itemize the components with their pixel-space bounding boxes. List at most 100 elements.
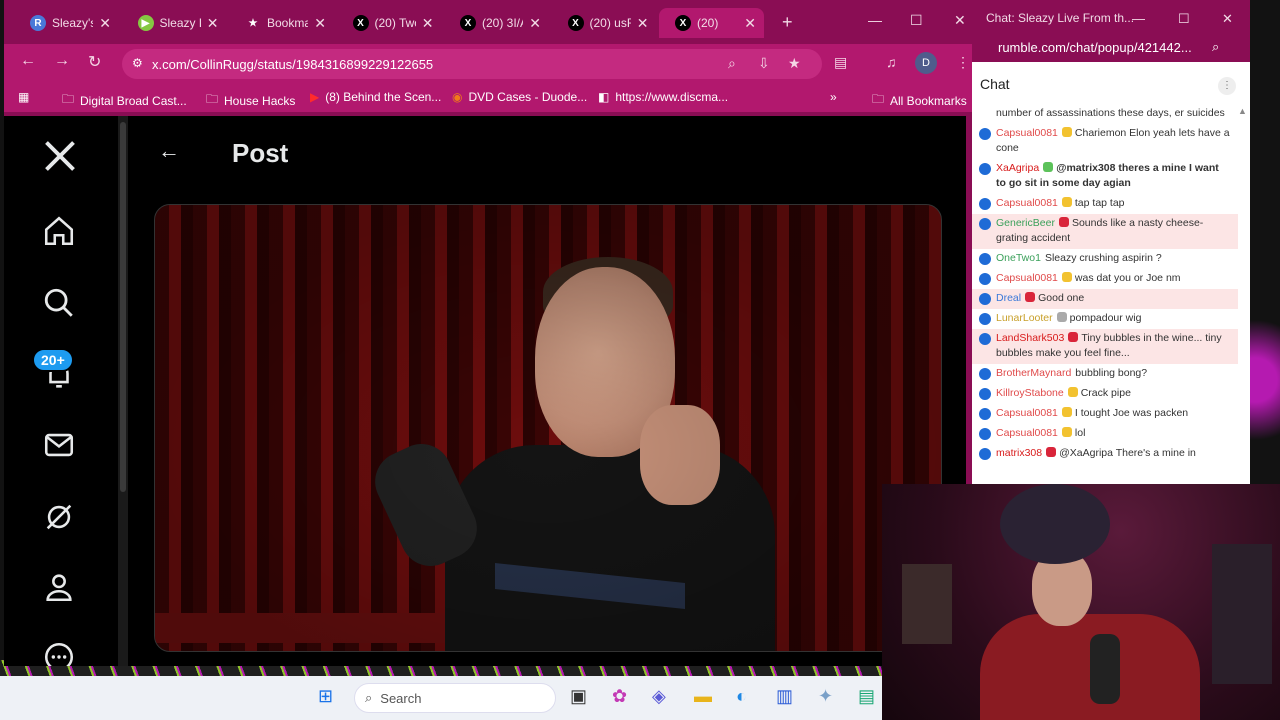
chat-message-text: I tought Joe was packen: [1074, 407, 1189, 419]
reading-mode-icon[interactable]: ▤: [834, 54, 847, 71]
address-row: ← → ↻ ⚙ x.com/CollinRugg/status/19843168…: [4, 44, 980, 84]
tab-close-icon[interactable]: ✕: [99, 15, 111, 32]
task-view-icon[interactable]: ▣: [570, 686, 587, 707]
chat-username[interactable]: LandShark503: [996, 332, 1064, 344]
browser-tab[interactable]: ▶ Sleazy Li ✕: [122, 8, 227, 38]
chat-message: BrotherMaynard bubbling bong?: [972, 364, 1238, 384]
all-bookmarks[interactable]: 🗀 All Bookmarks: [872, 90, 967, 111]
browser-tab[interactable]: R Sleazy's ✕: [14, 8, 119, 38]
site-info-icon[interactable]: ⚙: [132, 56, 143, 70]
chat-username[interactable]: Capsual0081: [996, 127, 1058, 139]
maximize-icon[interactable]: ☐: [1178, 11, 1190, 27]
chat-message-text: lol: [1074, 427, 1086, 439]
file-explorer-icon[interactable]: ▬: [694, 686, 712, 707]
edge-icon[interactable]: ◐: [736, 686, 747, 707]
address-bar[interactable]: ⚙ x.com/CollinRugg/status/19843168992291…: [122, 49, 822, 79]
minimize-icon[interactable]: —: [868, 12, 882, 28]
chat-username[interactable]: Dreal: [996, 292, 1021, 304]
close-icon[interactable]: ✕: [954, 12, 966, 29]
store-icon[interactable]: ▥: [776, 686, 793, 707]
scroll-up-icon[interactable]: ▲: [1238, 106, 1247, 116]
browser-tab[interactable]: X (20) Two ✕: [337, 8, 442, 38]
home-icon[interactable]: [42, 214, 76, 248]
bookmark-item[interactable]: ▶ (8) Behind the Scen...: [310, 90, 441, 104]
grok-icon[interactable]: [42, 500, 76, 534]
tab-close-icon[interactable]: ✕: [744, 15, 756, 32]
tab-favicon-icon: X: [675, 15, 691, 31]
folder-icon: 🗀: [62, 92, 75, 106]
tab-close-icon[interactable]: ✕: [314, 15, 326, 32]
tab-close-icon[interactable]: ✕: [207, 15, 219, 32]
chat-address-bar[interactable]: rumble.com/chat/popup/421442... ⌕: [972, 36, 1250, 62]
webcam-overlay: [882, 484, 1280, 720]
user-avatar: [979, 368, 991, 380]
user-badge-icon: [1058, 217, 1069, 227]
browser-tab[interactable]: X (20) ✕: [659, 8, 764, 38]
chat-username[interactable]: Capsual0081: [996, 407, 1058, 419]
back-arrow-icon[interactable]: ←: [158, 138, 180, 164]
menu-icon[interactable]: ⋮: [956, 54, 970, 71]
search-icon[interactable]: [42, 286, 76, 320]
x-logo-icon[interactable]: [42, 138, 78, 174]
chat-message: Capsual0081 I tought Joe was packen: [972, 404, 1238, 424]
more-bookmarks-icon[interactable]: »: [830, 90, 837, 104]
install-icon[interactable]: ⇩: [758, 55, 770, 72]
start-icon[interactable]: ⊞: [318, 686, 333, 707]
new-tab-button[interactable]: +: [782, 12, 793, 33]
browser-tab[interactable]: X (20) 3I/A ✕: [444, 8, 549, 38]
chat-options-icon[interactable]: ⋮: [1218, 77, 1236, 95]
chat-message: KillroyStabone Crack pipe: [972, 384, 1238, 404]
browser-tab[interactable]: X (20) usR ✕: [552, 8, 657, 38]
bookmark-item[interactable]: 🗀 Digital Broad Cast...: [62, 90, 187, 111]
sidebar-scrollbar[interactable]: [118, 116, 128, 666]
chat-username[interactable]: OneTwo1: [996, 252, 1041, 264]
messages-icon[interactable]: [42, 428, 76, 462]
user-badge-icon: [1061, 197, 1072, 207]
profile-icon[interactable]: [42, 570, 76, 604]
user-avatar: [979, 218, 991, 230]
chat-username[interactable]: XaAgripa: [996, 162, 1039, 174]
chat-username[interactable]: Capsual0081: [996, 272, 1058, 284]
scrollbar-thumb[interactable]: [120, 122, 126, 492]
taskbar-search[interactable]: ⌕ Search: [354, 683, 556, 713]
copilot-icon[interactable]: ✿: [612, 686, 627, 707]
reload-icon[interactable]: ↻: [88, 52, 101, 72]
back-icon[interactable]: ←: [20, 52, 36, 70]
video-player[interactable]: [154, 204, 942, 652]
tab-title: (20) 3I/A: [482, 16, 523, 30]
webcam-scene: [1000, 484, 1110, 564]
chat-message-text: Good one: [1038, 292, 1085, 304]
app-icon[interactable]: ▤: [858, 686, 875, 707]
tab-close-icon[interactable]: ✕: [637, 15, 649, 32]
bookmark-item[interactable]: ◉ DVD Cases - Duode...: [452, 90, 587, 104]
chat-username[interactable]: Capsual0081: [996, 197, 1058, 209]
app-icon[interactable]: ✦: [818, 686, 833, 707]
more-icon[interactable]: [42, 640, 76, 666]
chat-username[interactable]: GenericBeer: [996, 217, 1055, 229]
chat-scrollbar[interactable]: ▲: [1238, 106, 1248, 482]
forward-icon[interactable]: →: [54, 52, 70, 70]
apps-icon[interactable]: ▦: [18, 90, 29, 104]
bookmark-item[interactable]: 🗀 House Hacks: [206, 90, 295, 111]
chat-username[interactable]: BrotherMaynard: [996, 367, 1071, 379]
chat-username[interactable]: KillroyStabone: [996, 387, 1064, 399]
zoom-icon[interactable]: ⌕: [1212, 39, 1219, 55]
chat-username[interactable]: matrix308: [996, 447, 1042, 459]
bookmark-item[interactable]: ◧ https://www.discma...: [598, 90, 728, 104]
post-header: ← Post: [128, 116, 964, 190]
media-control-icon[interactable]: ♫: [886, 54, 897, 70]
close-icon[interactable]: ✕: [1222, 11, 1233, 27]
tab-close-icon[interactable]: ✕: [422, 15, 434, 32]
teams-icon[interactable]: ◈: [652, 686, 666, 707]
chat-username[interactable]: Capsual0081: [996, 427, 1058, 439]
bookmark-star-icon[interactable]: ★: [788, 55, 801, 72]
zoom-icon[interactable]: ⌕: [728, 55, 736, 72]
profile-avatar[interactable]: D: [915, 52, 937, 74]
chat-username[interactable]: LunarLooter: [996, 312, 1053, 324]
minimize-icon[interactable]: —: [1132, 11, 1145, 26]
tab-close-icon[interactable]: ✕: [529, 15, 541, 32]
browser-tab[interactable]: ★ Bookma ✕: [229, 8, 334, 38]
user-avatar: [979, 198, 991, 210]
maximize-icon[interactable]: ☐: [910, 12, 923, 29]
user-avatar: [979, 428, 991, 440]
